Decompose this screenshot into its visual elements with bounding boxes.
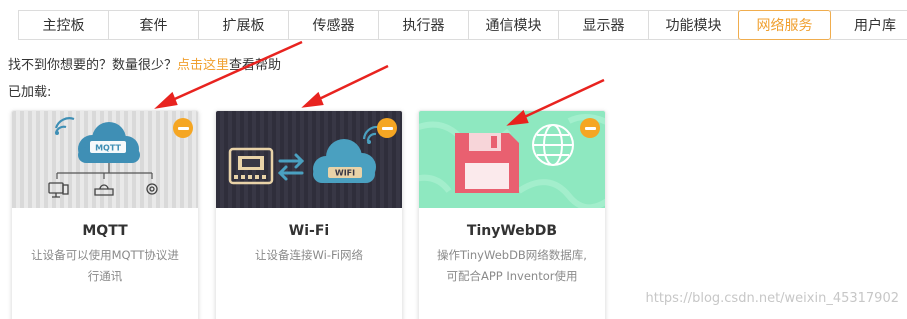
- tab-displays[interactable]: 显示器: [558, 10, 649, 40]
- help-hint-text: 找不到你想要的？数量很少？: [8, 58, 178, 73]
- mqtt-banner: MQTT: [12, 111, 198, 208]
- library-card-wifi[interactable]: WIFI Wi-Fi 让设备连接Wi-Fi网络: [215, 110, 403, 319]
- wifi-cloud-icon: WIFI: [216, 111, 402, 208]
- tinywebdb-banner: [419, 111, 605, 208]
- help-link[interactable]: 点击这里: [177, 58, 229, 73]
- wifi-banner: WIFI: [216, 111, 402, 208]
- tab-function-modules[interactable]: 功能模块: [648, 10, 739, 40]
- library-card-tinywebdb[interactable]: TinyWebDB 操作TinyWebDB网络数据库,可配合APP Invent…: [418, 110, 606, 319]
- arrow-head-icon: [301, 91, 324, 108]
- minus-icon: [584, 126, 596, 130]
- watermark: https://blog.csdn.net/weixin_45317902: [645, 291, 899, 306]
- card-title: Wi-Fi: [288, 223, 330, 239]
- library-card-mqtt[interactable]: MQTT MQTT 让设备可以使用MQTT协议进行通讯: [11, 110, 199, 319]
- svg-text:MQTT: MQTT: [95, 144, 121, 153]
- tab-user-library[interactable]: 用户库: [830, 10, 907, 40]
- tab-actuators[interactable]: 执行器: [378, 10, 469, 40]
- svg-text:WIFI: WIFI: [335, 169, 355, 178]
- tab-network-services[interactable]: 网络服务: [738, 10, 831, 40]
- remove-library-button[interactable]: [173, 118, 193, 138]
- arrow-head-icon: [154, 91, 178, 109]
- card-description: 操作TinyWebDB网络数据库,可配合APP Inventor使用: [437, 248, 587, 283]
- tab-main-board[interactable]: 主控板: [18, 10, 109, 40]
- minus-icon: [381, 126, 393, 130]
- help-hint: 找不到你想要的？数量很少？点击这里查看帮助: [8, 54, 281, 73]
- remove-library-button[interactable]: [377, 118, 397, 138]
- mqtt-cloud-icon: MQTT: [12, 111, 198, 208]
- tab-sensors[interactable]: 传感器: [288, 10, 379, 40]
- library-category-tabs: 主控板 套件 扩展板 传感器 执行器 通信模块 显示器 功能模块 网络服务 用户…: [18, 10, 907, 40]
- card-description: 让设备连接Wi-Fi网络: [255, 248, 363, 262]
- loaded-section-label: 已加载:: [8, 85, 52, 100]
- floppy-disk-icon: [419, 111, 605, 208]
- tab-kits[interactable]: 套件: [108, 10, 199, 40]
- tab-communication-modules[interactable]: 通信模块: [468, 10, 559, 40]
- help-hint-suffix: 查看帮助: [229, 58, 282, 73]
- tab-expansion-boards[interactable]: 扩展板: [198, 10, 289, 40]
- card-title: TinyWebDB: [466, 223, 558, 239]
- card-description: 让设备可以使用MQTT协议进行通讯: [31, 248, 179, 283]
- card-title: MQTT: [82, 223, 128, 239]
- minus-icon: [177, 126, 189, 130]
- remove-library-button[interactable]: [580, 118, 600, 138]
